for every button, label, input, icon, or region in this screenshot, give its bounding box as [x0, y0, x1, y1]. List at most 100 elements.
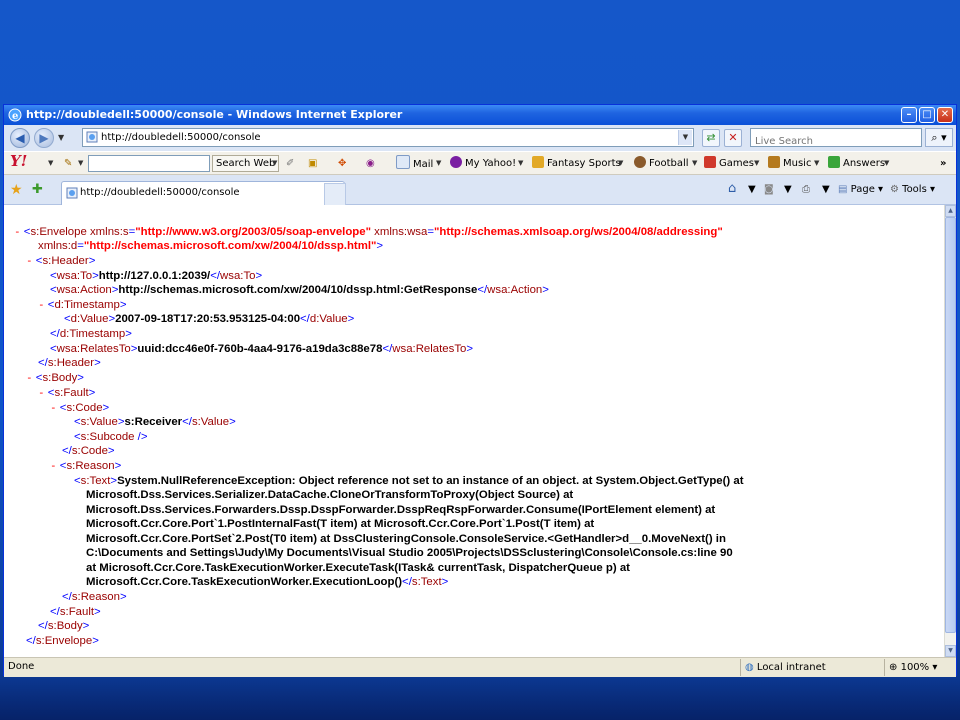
toolbar-item-mail[interactable]: Mail	[396, 155, 433, 172]
security-zone[interactable]: ◍ Local intranet	[740, 659, 885, 676]
print-dropdown-icon[interactable]: ▼	[822, 184, 830, 195]
answers-dropdown-icon[interactable]: ▼	[884, 155, 889, 172]
yahoo-menu-dropdown-icon[interactable]: ▼	[48, 155, 53, 172]
bookmark-icon[interactable]: ▣	[308, 155, 317, 172]
mail-dropdown-icon[interactable]: ▼	[436, 155, 441, 172]
navigation-bar: ◀ ▶ ▼ ▼ ⇄ ✕ ⌕ ▾	[4, 125, 956, 151]
collapse-toggle[interactable]: -	[50, 459, 57, 472]
new-tab-button[interactable]	[324, 183, 346, 205]
xml-code-open: - <s:Code>	[50, 401, 110, 414]
highlighter-dropdown-icon[interactable]: ▼	[78, 155, 83, 172]
fantasy-sports-dropdown-icon[interactable]: ▼	[618, 155, 623, 172]
search-web-button[interactable]: Search Web	[212, 155, 280, 172]
address-dropdown-icon[interactable]: ▼	[678, 130, 692, 145]
xml-reason-text-line: Microsoft.Dss.Services.Serializer.DataCa…	[86, 489, 574, 501]
football-dropdown-icon[interactable]: ▼	[692, 155, 697, 172]
xml-header-close: </s:Header>	[38, 357, 101, 369]
live-search-input[interactable]	[751, 133, 924, 150]
xml-document: - <s:Envelope xmlns:s="http://www.w3.org…	[4, 205, 944, 657]
add-favorites-icon[interactable]: ✚	[32, 182, 43, 197]
maximize-button[interactable]: □	[919, 107, 935, 123]
toolbar-item-answers[interactable]: Answers	[828, 155, 885, 172]
stop-button[interactable]: ✕	[724, 129, 742, 147]
xml-to: <wsa:To>http://127.0.0.1:2039/</wsa:To>	[50, 270, 263, 282]
page-menu-icon: ▤	[838, 184, 848, 195]
xml-timestamp-close: </d:Timestamp>	[50, 328, 132, 340]
xml-value: <d:Value>2007-09-18T17:20:53.953125-04:0…	[64, 313, 355, 325]
refresh-button[interactable]: ⇄	[702, 129, 720, 147]
yahoo-search-field[interactable]	[88, 155, 210, 172]
history-dropdown-icon[interactable]: ▼	[58, 133, 64, 142]
tab-console[interactable]: http://doubledell:50000/console	[61, 181, 345, 205]
back-button[interactable]: ◀	[10, 128, 30, 148]
toolbar-item-fantasy-sports[interactable]: Fantasy Sports	[532, 155, 621, 172]
music-dropdown-icon[interactable]: ▼	[814, 155, 819, 172]
vertical-scrollbar[interactable]: ▲ ▼	[944, 205, 956, 657]
xml-relates-to: <wsa:RelatesTo>uuid:dcc46e0f-760b-4aa4-9…	[50, 343, 474, 355]
more-chevron-icon[interactable]: »	[940, 155, 946, 172]
xml-timestamp-open: - <d:Timestamp>	[38, 298, 127, 311]
xml-body-open: - <s:Body>	[26, 371, 84, 384]
xml-reason-open: - <s:Reason>	[50, 459, 122, 472]
toolbar-item-games[interactable]: Games	[704, 155, 754, 172]
xml-reason-text-line: at Microsoft.Ccr.Core.TaskExecutionWorke…	[86, 562, 630, 574]
toolbar-item-my-yahoo[interactable]: My Yahoo!	[450, 155, 516, 172]
address-input[interactable]	[101, 129, 671, 146]
page-menu[interactable]: ▤ Page ▾	[838, 184, 883, 195]
games-dropdown-icon[interactable]: ▼	[754, 155, 759, 172]
close-button[interactable]: ✕	[937, 107, 953, 123]
my-yahoo-dropdown-icon[interactable]: ▼	[518, 155, 523, 172]
minimize-button[interactable]: –	[901, 107, 917, 123]
gear-icon: ⚙	[890, 184, 899, 195]
tools-menu[interactable]: ⚙ Tools ▾	[890, 184, 935, 195]
my-yahoo-icon	[450, 156, 462, 168]
page-icon	[86, 131, 98, 143]
collapse-toggle[interactable]: -	[26, 254, 33, 267]
search-button[interactable]: ⌕ ▾	[925, 128, 953, 147]
yahoo-toolbar: Y! ▼ ✎ ▼ Search Web ▼ ✐ ▣ ✥ ◉ Mail ▼ My …	[4, 151, 956, 175]
xml-reason-close: </s:Reason>	[62, 591, 127, 603]
tab-bar: ★ ✚ http://doubledell:50000/console ⌂ ▼ …	[4, 175, 956, 205]
print-icon[interactable]: ⎙	[802, 184, 810, 195]
home-icon[interactable]: ⌂	[728, 181, 736, 196]
messenger-icon[interactable]: ◉	[366, 155, 375, 172]
collapse-toggle[interactable]: -	[38, 386, 45, 399]
zoom-icon: ⊕	[889, 662, 898, 673]
address-bar[interactable]: ▼	[82, 128, 694, 147]
feeds-icon[interactable]: ◙	[764, 184, 774, 195]
live-search-box[interactable]	[750, 128, 924, 150]
collapse-toggle[interactable]: -	[38, 298, 45, 311]
scroll-down-button[interactable]: ▼	[945, 645, 956, 657]
xml-reason-text-line: Microsoft.Ccr.Core.TaskExecutionWorker.E…	[86, 576, 449, 588]
xml-envelope-close: </s:Envelope>	[26, 635, 99, 647]
collapse-toggle[interactable]: -	[26, 371, 33, 384]
highlighter-icon[interactable]: ✎	[64, 155, 72, 172]
xml-reason-text-line: <s:Text>System.NullReferenceException: O…	[74, 475, 744, 487]
title-bar[interactable]: e http://doubledell:50000/console - Wind…	[4, 105, 956, 125]
feeds-dropdown-icon[interactable]: ▼	[784, 184, 792, 195]
xml-code-close: </s:Code>	[62, 445, 115, 457]
yahoo-logo[interactable]: Y!	[10, 153, 27, 170]
zoom-control[interactable]: ⊕ 100% ▾	[884, 659, 959, 676]
antispy-icon[interactable]: ✥	[338, 155, 346, 172]
search-web-dropdown-icon[interactable]: ▼	[272, 155, 277, 172]
xml-action: <wsa:Action>http://schemas.microsoft.com…	[50, 284, 549, 296]
xml-body-close: </s:Body>	[38, 620, 90, 632]
yahoo-search-input[interactable]	[89, 156, 209, 171]
favorites-star-icon[interactable]: ★	[10, 182, 23, 198]
pencil-icon[interactable]: ✐	[286, 155, 294, 172]
home-dropdown-icon[interactable]: ▼	[748, 184, 756, 195]
scroll-up-button[interactable]: ▲	[945, 205, 956, 217]
music-icon	[768, 156, 780, 168]
xml-reason-text-line: Microsoft.Ccr.Core.PortSet`2.Post(T0 ite…	[86, 533, 726, 545]
scroll-thumb[interactable]	[945, 217, 956, 633]
collapse-toggle[interactable]: -	[14, 225, 21, 238]
xml-reason-text-line: C:\Documents and Settings\Judy\My Docume…	[86, 547, 733, 559]
tab-title: http://doubledell:50000/console	[80, 187, 240, 198]
desktop-background	[0, 680, 960, 720]
toolbar-item-football[interactable]: Football	[634, 155, 689, 172]
toolbar-item-music[interactable]: Music	[768, 155, 811, 172]
forward-button[interactable]: ▶	[34, 128, 54, 148]
collapse-toggle[interactable]: -	[50, 401, 57, 414]
xml-reason-text-line: Microsoft.Ccr.Core.Port`1.PostInternalFa…	[86, 518, 595, 530]
